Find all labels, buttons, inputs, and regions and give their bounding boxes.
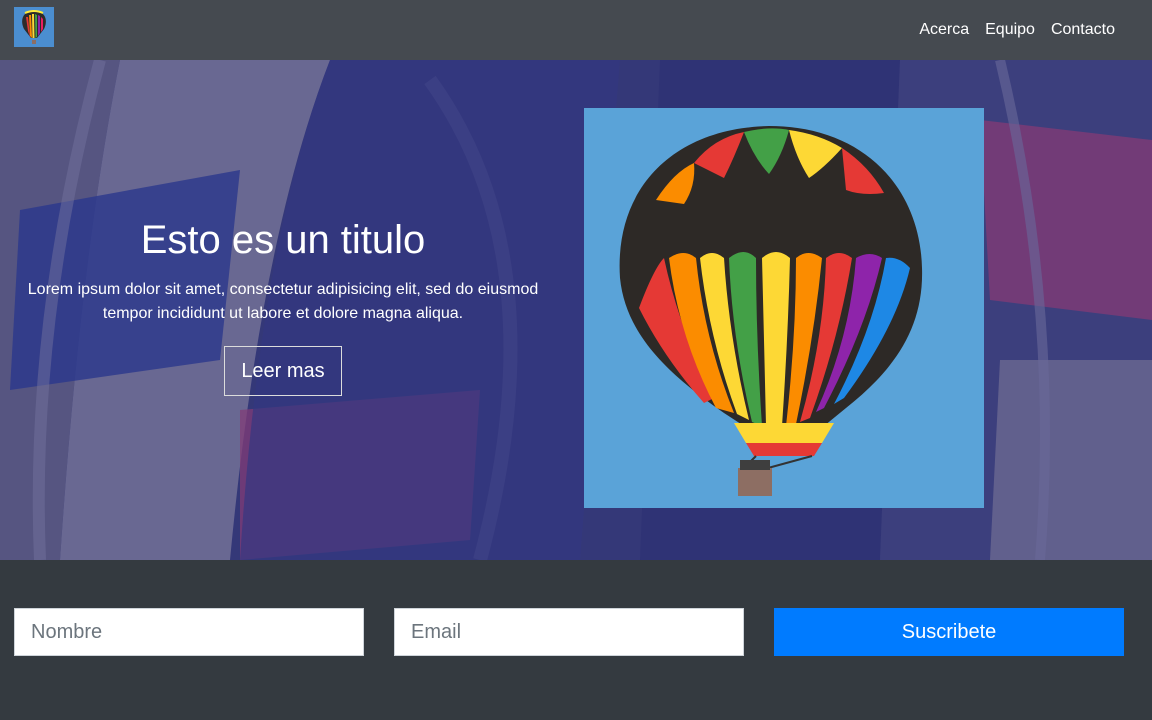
hero-text: Lorem ipsum dolor sit amet, consectetur … bbox=[27, 281, 539, 322]
email-input[interactable] bbox=[394, 608, 744, 656]
hot-air-balloon-photo bbox=[584, 108, 984, 508]
name-input[interactable] bbox=[14, 608, 364, 656]
hero-image bbox=[584, 108, 984, 508]
hero-title: Esto es un titulo bbox=[140, 218, 426, 262]
nav-link-contacto[interactable]: Contacto bbox=[1051, 21, 1115, 39]
nav-links: Acerca Equipo Contacto bbox=[919, 0, 1115, 60]
nav-link-acerca[interactable]: Acerca bbox=[919, 21, 969, 39]
nav-link-equipo[interactable]: Equipo bbox=[985, 21, 1035, 39]
hero-content: Esto es un titulo Lorem ipsum dolor sit … bbox=[14, 60, 552, 560]
hot-air-balloon-icon bbox=[14, 7, 54, 47]
logo-balloon-icon[interactable] bbox=[14, 7, 54, 47]
read-more-button[interactable]: Leer mas bbox=[224, 346, 342, 396]
subscribe-button[interactable]: Suscribete bbox=[774, 608, 1124, 656]
hero-section: Esto es un titulo Lorem ipsum dolor sit … bbox=[0, 60, 1152, 560]
subscribe-section: Suscribete bbox=[0, 560, 1152, 720]
navbar: Acerca Equipo Contacto bbox=[0, 0, 1152, 60]
